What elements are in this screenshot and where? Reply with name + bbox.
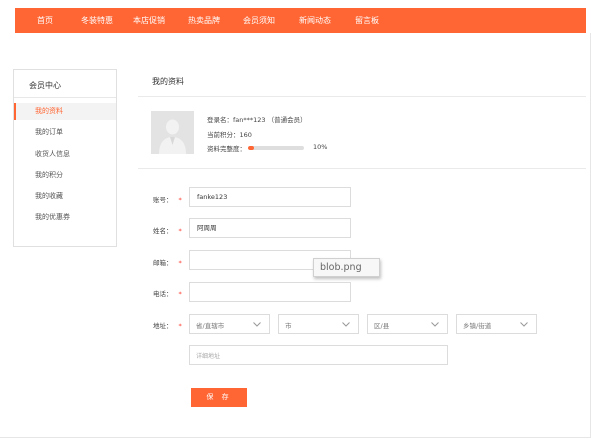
required-marker: * [178, 322, 182, 330]
member-sidebar: 会员中心 我的资料 我的订单 收货人信息 我的积分 我的收藏 我的优惠券 [13, 69, 117, 247]
address-label: 地址： * [153, 322, 182, 330]
name-field[interactable]: 阿周周 [189, 218, 351, 238]
nav-item-news[interactable]: 新闻动态 [299, 8, 331, 33]
login-name-text: 登录名：fan***123 （普通会员） [207, 116, 307, 124]
chevron-down-icon [342, 322, 350, 327]
town-select[interactable]: 乡镇/街道 [456, 314, 537, 334]
sidebar-item-my-coupons[interactable]: 我的优惠券 [14, 209, 116, 226]
title-divider [138, 96, 586, 97]
section-divider [138, 168, 586, 169]
phone-label: 电话： * [153, 290, 182, 298]
sidebar-item-my-points[interactable]: 我的积分 [14, 167, 116, 184]
name-label: 姓名： * [153, 227, 182, 235]
nav-item-hot-brands[interactable]: 热卖品牌 [188, 8, 220, 33]
sidebar-item-consignee-info[interactable]: 收货人信息 [14, 146, 116, 163]
nav-item-winter-sale[interactable]: 冬装特惠 [81, 8, 113, 33]
account-label: 账号： * [153, 196, 182, 204]
city-select-value: 市 [285, 322, 292, 330]
chevron-down-icon [253, 322, 261, 327]
sidebar-item-my-favorites[interactable]: 我的收藏 [14, 188, 116, 205]
town-select-value: 乡镇/街道 [463, 322, 492, 330]
phone-field[interactable] [189, 282, 351, 302]
points-text: 当前积分：160 [207, 131, 252, 139]
required-marker: * [178, 259, 182, 267]
required-marker: * [178, 227, 182, 235]
detail-address-placeholder: 详细地址 [196, 353, 221, 360]
province-select[interactable]: 省/直辖市 [189, 314, 270, 334]
nav-item-member-notice[interactable]: 会员须知 [243, 8, 275, 33]
required-marker: * [178, 196, 182, 204]
district-select[interactable]: 区/县 [367, 314, 448, 334]
user-avatar-icon[interactable] [151, 111, 194, 154]
sidebar-item-my-profile[interactable]: 我的资料 [14, 103, 116, 120]
nav-item-home[interactable]: 首页 [37, 8, 53, 33]
nav-item-store-promotions[interactable]: 本店促销 [133, 8, 165, 33]
email-label: 邮箱： * [153, 259, 182, 267]
province-select-value: 省/直辖市 [196, 322, 225, 330]
page-title: 我的资料 [152, 77, 184, 86]
city-select[interactable]: 市 [278, 314, 359, 334]
sidebar-divider [14, 97, 116, 98]
district-select-value: 区/县 [374, 322, 390, 330]
sidebar-title: 会员中心 [29, 81, 61, 90]
required-marker: * [178, 290, 182, 298]
save-button[interactable]: 保 存 [191, 388, 247, 407]
image-filename-tooltip: blob.png [313, 258, 380, 277]
chevron-down-icon [520, 322, 528, 327]
account-field[interactable]: fanke123 [189, 187, 351, 207]
chevron-down-icon [431, 322, 439, 327]
completeness-progress-fill [248, 146, 254, 150]
completeness-percent: 10% [313, 143, 328, 151]
completeness-progress-bar [248, 146, 304, 150]
completeness-label: 资料完整度： [207, 145, 246, 153]
detail-address-field[interactable]: 详细地址 [189, 345, 448, 365]
sidebar-item-my-orders[interactable]: 我的订单 [14, 124, 116, 141]
top-nav-bar: 首页 冬装特惠 本店促销 热卖品牌 会员须知 新闻动态 留言板 [15, 8, 586, 33]
nav-item-guestbook[interactable]: 留言板 [355, 8, 379, 33]
